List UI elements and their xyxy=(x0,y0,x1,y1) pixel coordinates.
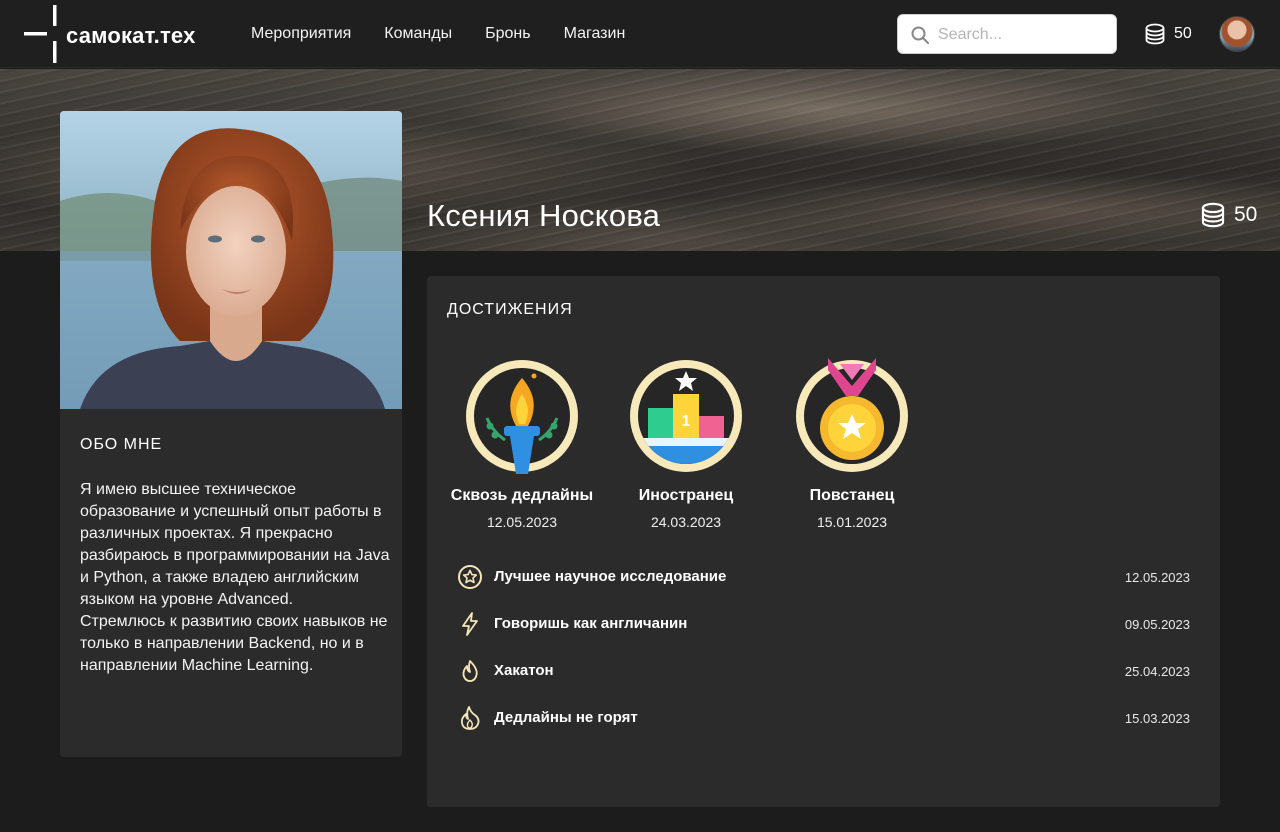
nav-item-shop[interactable]: Магазин xyxy=(564,24,626,44)
badge-date: 24.03.2023 xyxy=(650,514,722,530)
badge-name: Иностранец xyxy=(638,487,734,504)
achievement-list-item[interactable]: Говоришь как англичанин 09.05.2023 xyxy=(457,611,1192,637)
gold-medal-icon xyxy=(796,358,908,472)
coins-stack-icon xyxy=(1201,202,1225,228)
badge-date: 12.05.2023 xyxy=(486,514,558,530)
podium-medal-icon: 1 xyxy=(630,360,742,472)
profile-card: ОБО МНЕ Я имею высшее техническое образо… xyxy=(60,111,402,757)
badge-date: 15.01.2023 xyxy=(816,514,888,530)
about-text: Я имею высшее техническое образование и … xyxy=(80,481,390,674)
portrait-illustration xyxy=(60,111,402,409)
achievement-date: 25.04.2023 xyxy=(1124,664,1190,679)
about-title: ОБО МНЕ xyxy=(80,436,163,453)
achievement-date: 09.05.2023 xyxy=(1124,617,1190,632)
svg-text:1: 1 xyxy=(682,413,691,430)
achievement-name: Дедлайны не горят xyxy=(494,709,638,726)
badge-name: Сквозь дедлайны xyxy=(450,487,594,504)
achievements-title: ДОСТИЖЕНИЯ xyxy=(447,301,573,318)
achievements-card: ДОСТИЖЕНИЯ Сквозь дедлайны 12.05.2023 1 … xyxy=(427,276,1220,807)
achievement-name: Лучшее научное исследование xyxy=(494,568,727,585)
logo[interactable]: самокат.тех xyxy=(24,5,224,63)
logo-cross-icon xyxy=(24,5,57,63)
nav-item-booking[interactable]: Бронь xyxy=(485,24,530,44)
fire-icon xyxy=(460,706,480,730)
coins-stack-icon xyxy=(1145,23,1165,45)
achievement-badge[interactable]: Повстанец 15.01.2023 xyxy=(767,356,937,536)
search-input[interactable] xyxy=(938,23,1108,47)
header-coins-count: 50 xyxy=(1174,25,1192,42)
achievement-list-item[interactable]: Хакатон 25.04.2023 xyxy=(457,658,1192,684)
nav-item-events[interactable]: Мероприятия xyxy=(251,24,351,44)
achievement-name: Говоришь как англичанин xyxy=(494,615,688,632)
achievement-name: Хакатон xyxy=(494,662,554,679)
achievement-date: 15.03.2023 xyxy=(1124,711,1190,726)
star-circle-icon xyxy=(458,565,482,589)
profile-name: Ксения Носкова xyxy=(427,198,661,233)
achievement-list-item[interactable]: Лучшее научное исследование 12.05.2023 xyxy=(457,564,1192,590)
achievement-badge[interactable]: Сквозь дедлайны 12.05.2023 xyxy=(437,356,607,536)
header-coins[interactable]: 50 xyxy=(1144,23,1192,45)
top-header: самокат.тех Мероприятия Команды Бронь Ма… xyxy=(0,0,1280,68)
user-avatar[interactable] xyxy=(1219,16,1255,52)
nav-item-teams[interactable]: Команды xyxy=(384,24,452,44)
search-icon xyxy=(911,26,929,44)
achievement-date: 12.05.2023 xyxy=(1124,570,1190,585)
search-box xyxy=(897,14,1117,54)
flame-icon xyxy=(462,660,478,682)
profile-coins-count: 50 xyxy=(1234,203,1258,226)
torch-medal-icon xyxy=(466,360,578,474)
achievement-badge[interactable]: 1 Иностранец 24.03.2023 xyxy=(601,356,771,536)
badge-name: Повстанец xyxy=(809,487,895,504)
profile-photo xyxy=(60,111,402,409)
lightning-icon xyxy=(462,612,478,636)
main-nav: Мероприятия Команды Бронь Магазин xyxy=(251,24,658,44)
achievement-list-item[interactable]: Дедлайны не горят 15.03.2023 xyxy=(457,705,1192,731)
profile-coins: 50 xyxy=(1200,202,1257,228)
logo-text: самокат.тех xyxy=(66,23,196,48)
